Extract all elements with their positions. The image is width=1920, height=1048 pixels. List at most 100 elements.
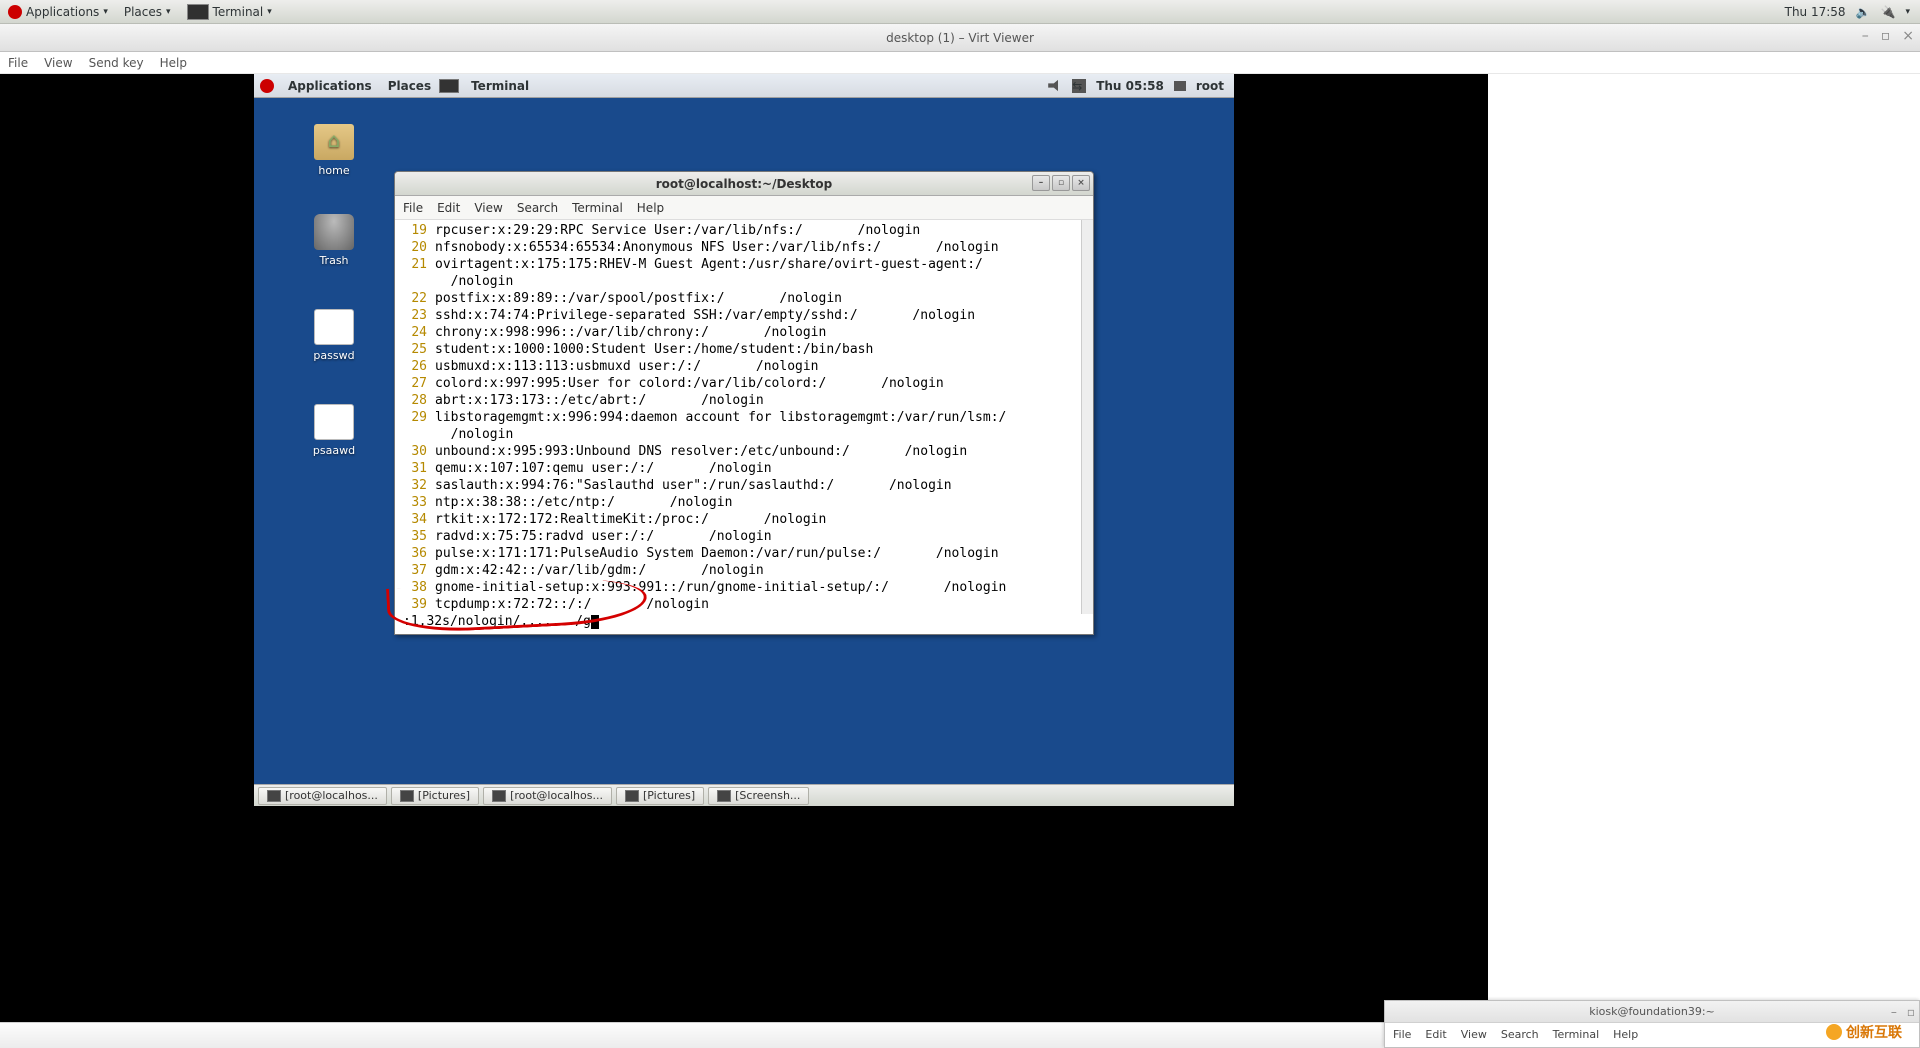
terminal-line: 19rpcuser:x:29:29:RPC Service User:/var/… [401, 222, 1087, 239]
terminal-body[interactable]: 19rpcuser:x:29:29:RPC Service User:/var/… [395, 220, 1093, 634]
guest-top-panel: Applications Places Terminal ⇆ Thu 05:58… [254, 74, 1234, 98]
taskbar-button[interactable]: [Pictures] [616, 787, 704, 805]
kiosk-minimize-button[interactable]: – [1891, 1005, 1897, 1019]
window-thumb-icon [400, 790, 414, 802]
terminal-line: 35radvd:x:75:75:radvd user:/:/ /nologin [401, 528, 1087, 545]
window-thumb-icon [625, 790, 639, 802]
host-applications-menu[interactable]: Applications ▾ [0, 0, 116, 24]
host-bottom-panel [0, 1022, 1488, 1048]
vv-menu-file[interactable]: File [8, 56, 28, 70]
taskbar-button[interactable]: [root@localhos... [483, 787, 612, 805]
trash-icon [314, 214, 354, 250]
terminal-line: 26usbmuxd:x:113:113:usbmuxd user:/:/ /no… [401, 358, 1087, 375]
desktop-icon-home[interactable]: home [304, 124, 364, 177]
vv-menu-help[interactable]: Help [160, 56, 187, 70]
terminal-line: 21ovirtagent:x:175:175:RHEV-M Guest Agen… [401, 256, 1087, 273]
term-menu-terminal[interactable]: Terminal [572, 201, 623, 215]
guest-user-icon [1174, 81, 1186, 91]
virt-viewer-menubar: File View Send key Help [0, 52, 1920, 74]
kiosk-menu-file[interactable]: File [1393, 1028, 1411, 1041]
terminal-line: 30unbound:x:995:993:Unbound DNS resolver… [401, 443, 1087, 460]
vv-menu-sendkey[interactable]: Send key [89, 56, 144, 70]
kiosk-titlebar[interactable]: kiosk@foundation39:~ –▫ [1385, 1001, 1919, 1023]
host-places-menu[interactable]: Places ▾ [116, 0, 179, 24]
minimize-button[interactable]: – [1862, 28, 1869, 44]
terminal-line: 23sshd:x:74:74:Privilege-separated SSH:/… [401, 307, 1087, 324]
taskbar-button[interactable]: [Pictures] [391, 787, 479, 805]
guest-network-icon[interactable]: ⇆ [1072, 79, 1086, 93]
kiosk-maximize-button[interactable]: ▫ [1907, 1005, 1915, 1019]
taskbar-button[interactable]: [Screensh... [708, 787, 809, 805]
terminal-scrollbar[interactable] [1081, 220, 1093, 614]
terminal-line: 24chrony:x:998:996::/var/lib/chrony:/ /n… [401, 324, 1087, 341]
guest-volume-icon[interactable] [1048, 79, 1062, 93]
terminal-line: 22postfix:x:89:89::/var/spool/postfix:/ … [401, 290, 1087, 307]
guest-desktop[interactable]: Applications Places Terminal ⇆ Thu 05:58… [254, 74, 1234, 806]
terminal-line: /nologin [401, 426, 1087, 443]
kiosk-menu-help[interactable]: Help [1613, 1028, 1638, 1041]
taskbar-button[interactable]: [root@localhos... [258, 787, 387, 805]
terminal-line: 39tcpdump:x:72:72::/:/ /nologin [401, 596, 1087, 613]
kiosk-title: kiosk@foundation39:~ [1589, 1005, 1715, 1018]
vim-command-line[interactable]: :1,32s/nologin/......./g [401, 613, 1087, 630]
terminal-line: 34rtkit:x:172:172:RealtimeKit:/proc:/ /n… [401, 511, 1087, 528]
desktop-icon-passwd[interactable]: passwd [304, 309, 364, 362]
host-taskbar-terminal[interactable]: Terminal ▾ [179, 0, 280, 24]
terminal-line: 33ntp:x:38:38::/etc/ntp:/ /nologin [401, 494, 1087, 511]
kiosk-menu-edit[interactable]: Edit [1425, 1028, 1446, 1041]
watermark-icon [1826, 1024, 1842, 1040]
guest-distro-logo-icon [260, 79, 274, 93]
host-clock[interactable]: Thu 17:58 [1785, 5, 1846, 19]
terminal-minimize-button[interactable]: – [1032, 175, 1050, 191]
guest-clock[interactable]: Thu 05:58 [1096, 79, 1164, 93]
guest-display: Applications Places Terminal ⇆ Thu 05:58… [0, 74, 1488, 1048]
terminal-line: 32saslauth:x:994:76:"Saslauthd user":/ru… [401, 477, 1087, 494]
volume-icon[interactable]: 🔈 [1856, 5, 1871, 19]
terminal-titlebar[interactable]: root@localhost:~/Desktop – ▫ × [395, 172, 1093, 196]
cursor [591, 615, 599, 629]
close-button[interactable]: × [1902, 28, 1914, 44]
guest-applications-menu[interactable]: Applications [280, 79, 380, 93]
guest-places-menu[interactable]: Places [380, 79, 439, 93]
kiosk-menu-view[interactable]: View [1461, 1028, 1487, 1041]
virt-viewer-titlebar[interactable]: desktop (1) – Virt Viewer – ▫ × [0, 24, 1920, 52]
kiosk-menu-terminal[interactable]: Terminal [1553, 1028, 1600, 1041]
terminal-menubar: File Edit View Search Terminal Help [395, 196, 1093, 220]
term-menu-search[interactable]: Search [517, 201, 558, 215]
terminal-line: 31qemu:x:107:107:qemu user:/:/ /nologin [401, 460, 1087, 477]
window-thumb-icon [267, 790, 281, 802]
terminal-window[interactable]: root@localhost:~/Desktop – ▫ × File Edit… [394, 171, 1094, 635]
terminal-line: 29libstoragemgmt:x:996:994:daemon accoun… [401, 409, 1087, 426]
vv-menu-view[interactable]: View [44, 56, 72, 70]
terminal-title: root@localhost:~/Desktop [656, 177, 833, 191]
guest-terminal-thumb-icon [439, 79, 459, 93]
desktop-icon-trash[interactable]: Trash [304, 214, 364, 267]
virt-viewer-title: desktop (1) – Virt Viewer [886, 31, 1034, 45]
terminal-line: 20nfsnobody:x:65534:65534:Anonymous NFS … [401, 239, 1087, 256]
terminal-maximize-button[interactable]: ▫ [1052, 175, 1070, 191]
battery-icon[interactable]: 🔌 [1881, 5, 1896, 19]
terminal-line: /nologin [401, 273, 1087, 290]
term-menu-view[interactable]: View [474, 201, 502, 215]
terminal-line: 36pulse:x:171:171:PulseAudio System Daem… [401, 545, 1087, 562]
term-menu-file[interactable]: File [403, 201, 423, 215]
term-menu-edit[interactable]: Edit [437, 201, 460, 215]
host-top-panel: Applications ▾ Places ▾ Terminal ▾ Thu 1… [0, 0, 1920, 24]
terminal-line: 27colord:x:997:995:User for colord:/var/… [401, 375, 1087, 392]
terminal-close-button[interactable]: × [1072, 175, 1090, 191]
guest-taskbar-terminal[interactable]: Terminal [463, 79, 537, 93]
terminal-line: 38gnome-initial-setup:x:993:991::/run/gn… [401, 579, 1087, 596]
kiosk-menu-search[interactable]: Search [1501, 1028, 1539, 1041]
terminal-line: 37gdm:x:42:42::/var/lib/gdm:/ /nologin [401, 562, 1087, 579]
window-thumb-icon [492, 790, 506, 802]
maximize-button[interactable]: ▫ [1881, 28, 1891, 44]
user-menu-icon[interactable]: ▾ [1905, 7, 1910, 17]
guest-bottom-taskbar: [root@localhos...[Pictures][root@localho… [254, 784, 1234, 806]
file-icon [314, 404, 354, 440]
file-icon [314, 309, 354, 345]
terminal-line: 25student:x:1000:1000:Student User:/home… [401, 341, 1087, 358]
guest-user-label[interactable]: root [1196, 79, 1224, 93]
term-menu-help[interactable]: Help [637, 201, 664, 215]
window-thumb-icon [717, 790, 731, 802]
desktop-icon-psaawd[interactable]: psaawd [304, 404, 364, 457]
